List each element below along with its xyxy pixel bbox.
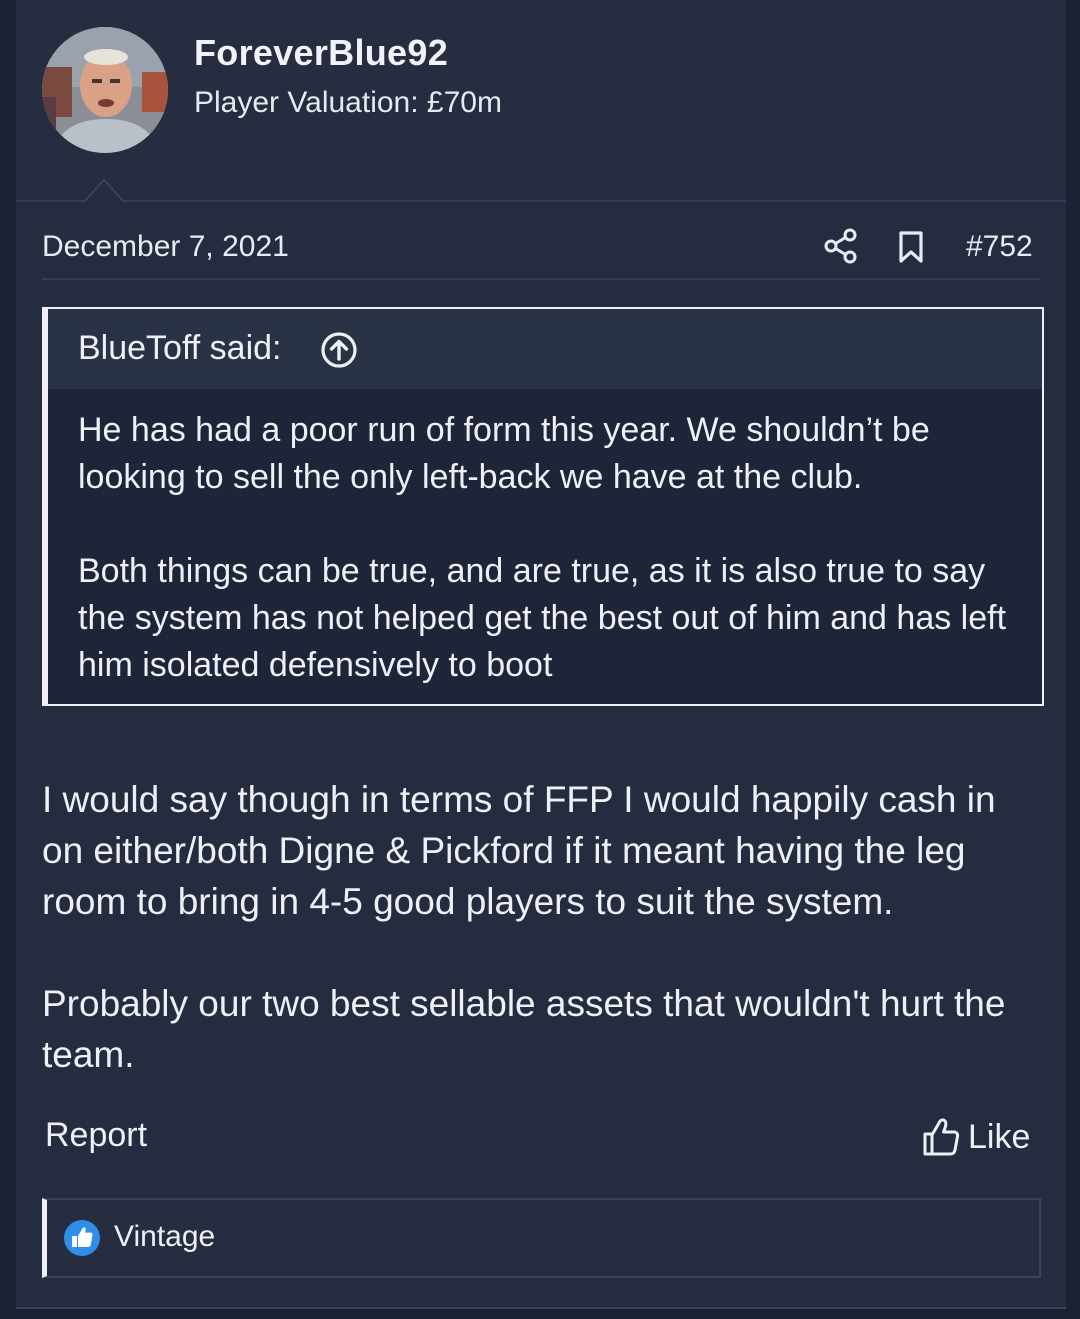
avatar[interactable] bbox=[42, 27, 168, 153]
like-label: Like bbox=[968, 1117, 1031, 1156]
reaction-user-link[interactable]: Vintage bbox=[114, 1220, 215, 1254]
quote-paragraph: Both things can be true, and are true, a… bbox=[78, 552, 1007, 684]
quote-block: BlueToff said: He has had a poor run of … bbox=[42, 307, 1044, 706]
post-number-link[interactable]: #752 bbox=[966, 230, 1033, 264]
like-reaction-icon bbox=[64, 1220, 100, 1256]
quote-header: BlueToff said: bbox=[48, 309, 1042, 389]
share-icon[interactable] bbox=[824, 228, 858, 264]
user-title: Player Valuation: £70m bbox=[194, 86, 502, 119]
report-link[interactable]: Report bbox=[45, 1116, 147, 1155]
post-message: I would say though in terms of FFP I wou… bbox=[42, 774, 1042, 1080]
like-button[interactable]: Like bbox=[922, 1114, 1030, 1160]
bookmark-icon[interactable] bbox=[896, 230, 926, 264]
message-paragraph: I would say though in terms of FFP I wou… bbox=[42, 779, 996, 922]
quote-content: He has had a poor run of form this year.… bbox=[78, 407, 1028, 689]
user-block: ForeverBlue92 Player Valuation: £70m bbox=[16, 0, 1066, 202]
quote-author[interactable]: BlueToff said: bbox=[78, 329, 282, 368]
reactions-bar: Vintage bbox=[42, 1198, 1041, 1278]
post-date[interactable]: December 7, 2021 bbox=[42, 230, 289, 264]
post-meta-bar: December 7, 2021 #752 bbox=[42, 222, 1040, 280]
arrow-up-circle-icon[interactable] bbox=[320, 331, 358, 369]
quote-paragraph: He has had a poor run of form this year.… bbox=[78, 411, 930, 496]
username[interactable]: ForeverBlue92 bbox=[194, 32, 448, 74]
arrow-pointer bbox=[84, 178, 124, 202]
thumbs-up-icon bbox=[923, 1118, 960, 1156]
message-paragraph: Probably our two best sellable assets th… bbox=[42, 983, 1006, 1075]
forum-post: ForeverBlue92 Player Valuation: £70m Dec… bbox=[16, 0, 1066, 1309]
